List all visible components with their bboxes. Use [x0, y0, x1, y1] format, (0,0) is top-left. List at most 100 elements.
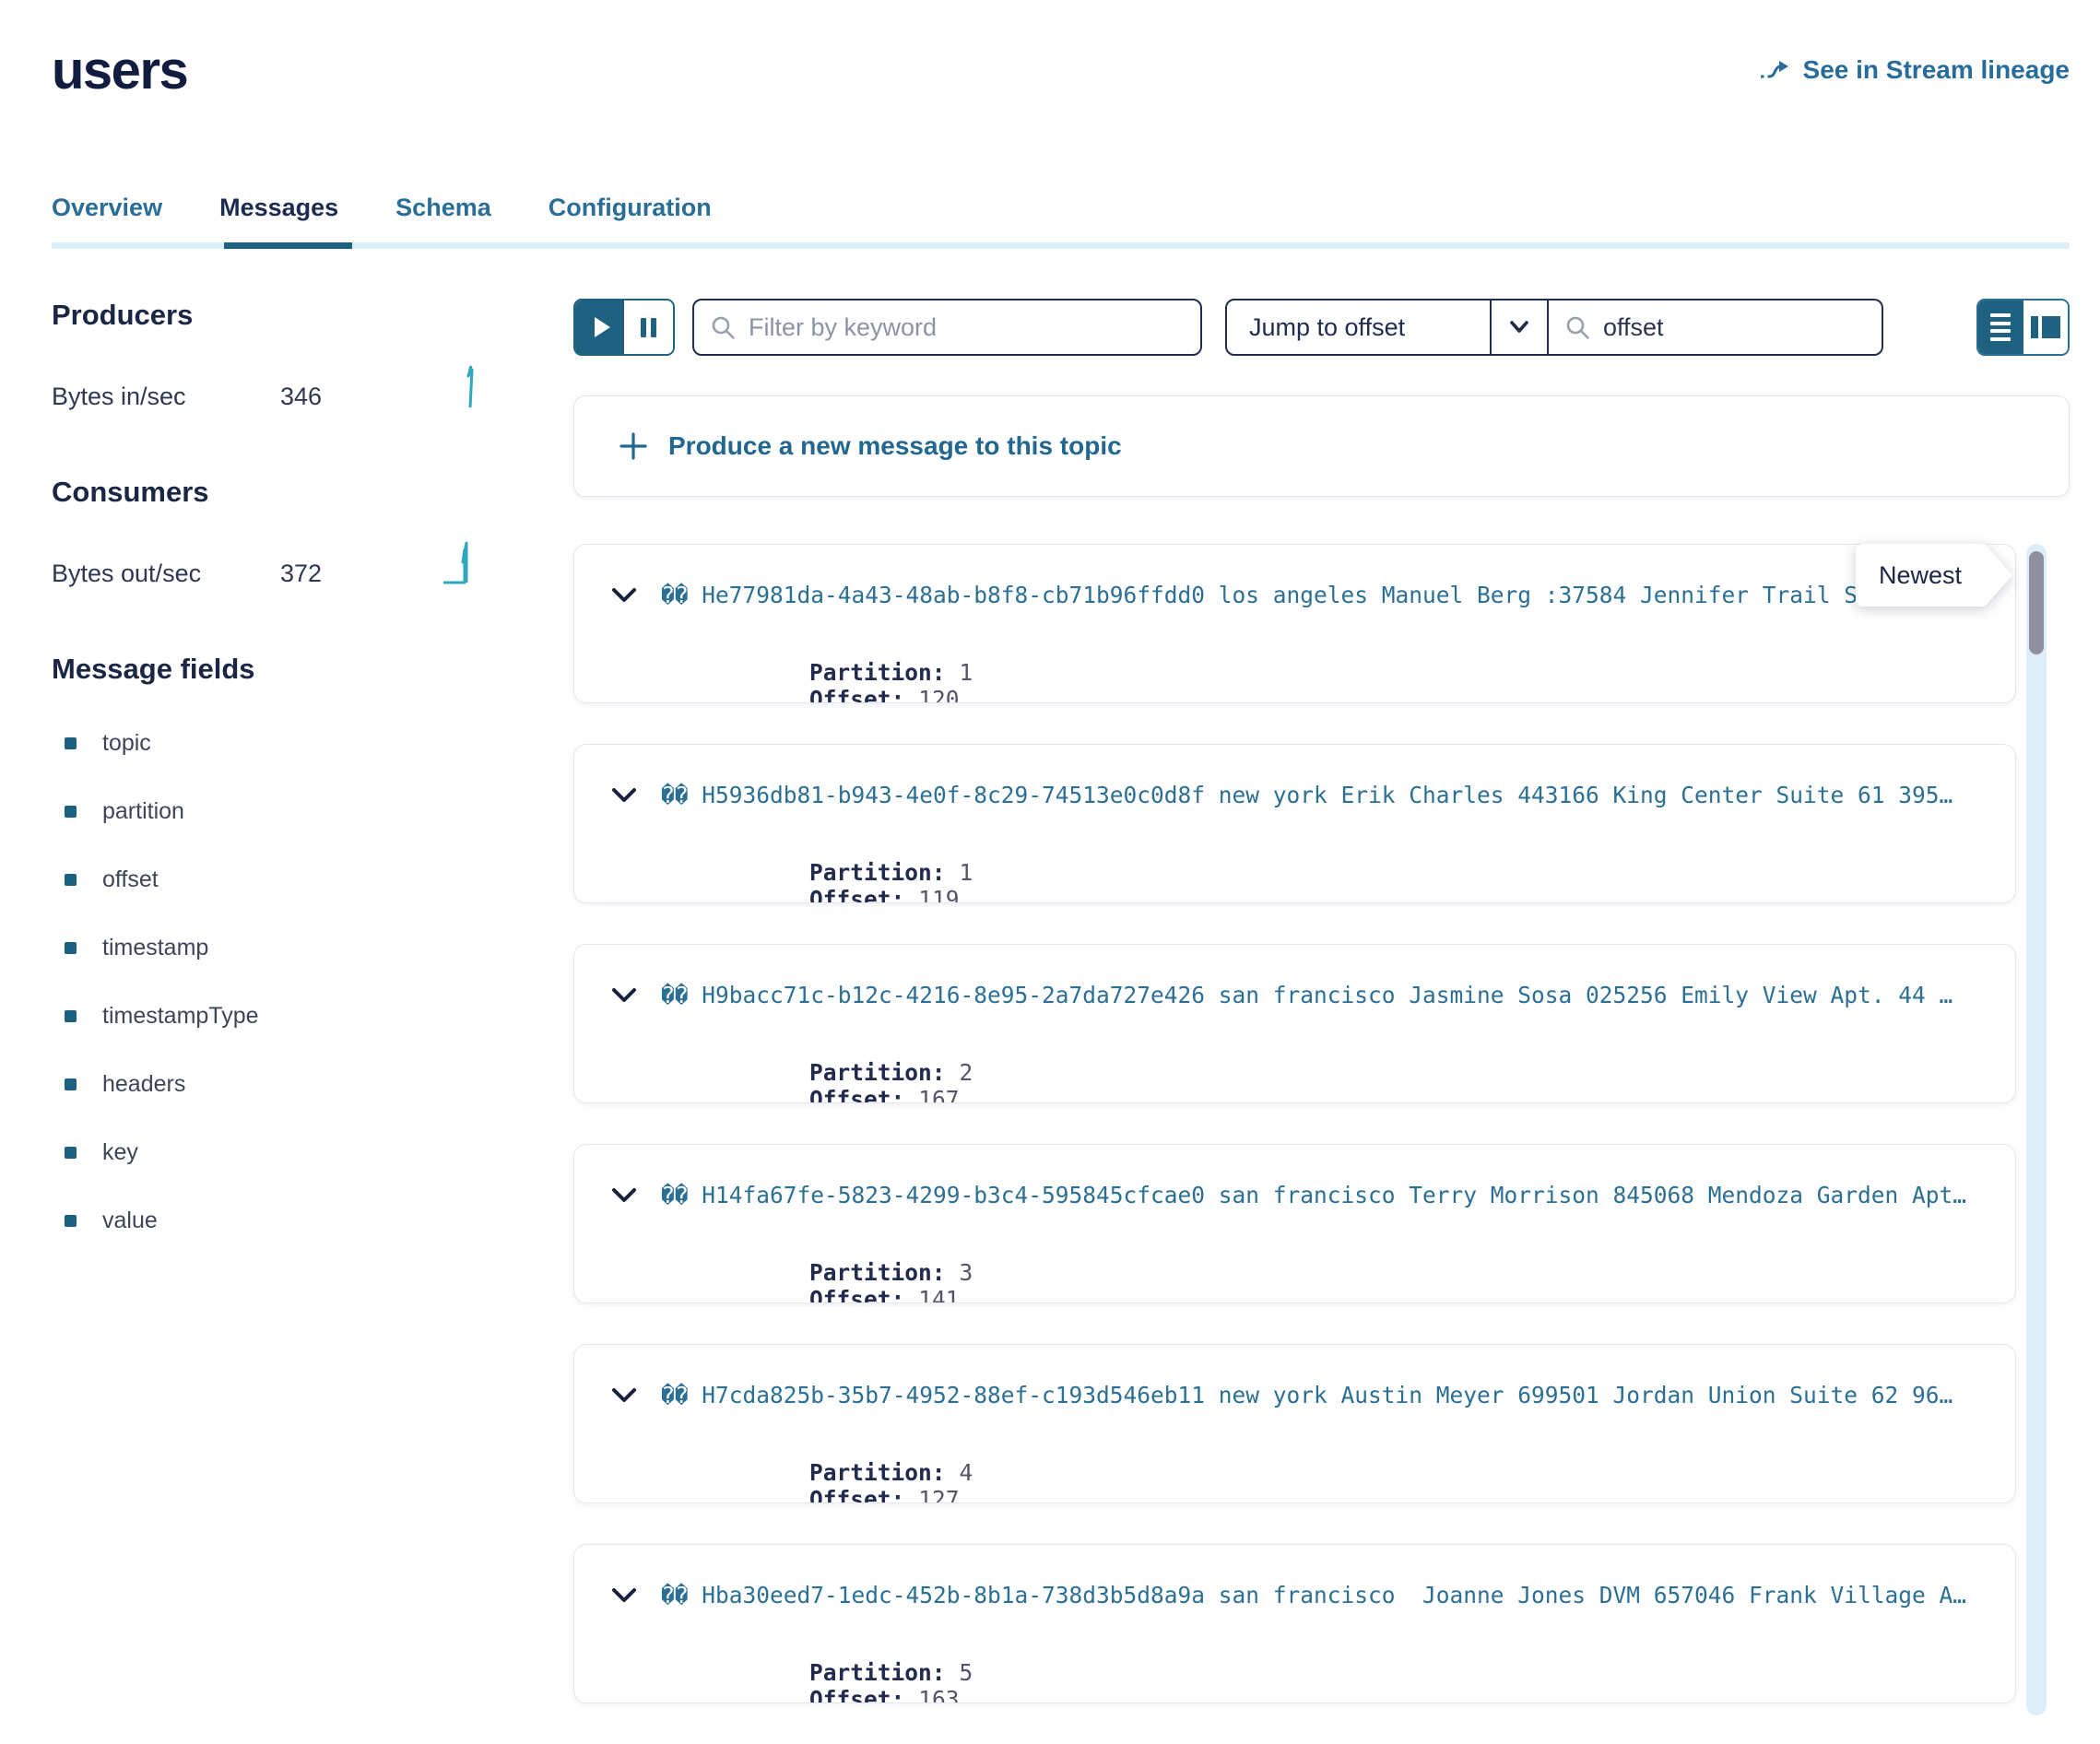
messages-toolbar: Jump to offset	[573, 299, 2070, 356]
message-list: �� He77981da-4a43-48ab-b8f8-cb71b96ffdd0…	[573, 544, 2070, 1703]
play-button[interactable]	[575, 300, 624, 354]
offset-label: Offset:	[809, 1086, 904, 1103]
view-toggle-group	[1976, 299, 2070, 356]
split-view-button[interactable]	[2023, 300, 2069, 354]
offset-label: Offset:	[809, 1286, 904, 1303]
message-row[interactable]: �� H5936db81-b943-4e0f-8c29-74513e0c0d8f…	[611, 782, 1978, 808]
message-meta: Partition:1 Offset:119 Timestamp:1659644…	[646, 832, 1978, 903]
message-card: �� He77981da-4a43-48ab-b8f8-cb71b96ffdd0…	[573, 544, 2016, 703]
message-key-preview: �� H14fa67fe-5823-4299-b3c4-595845cfcae0…	[661, 1182, 1966, 1208]
message-row[interactable]: �� Hba30eed7-1edc-452b-8b1a-738d3b5d8a9a…	[611, 1582, 1978, 1608]
stream-lineage-link[interactable]: See in Stream lineage	[1759, 55, 2070, 85]
field-bullet	[65, 1078, 77, 1090]
chevron-down-icon[interactable]	[611, 987, 637, 1004]
tab-schema[interactable]: Schema	[395, 194, 491, 222]
field-item-timestampType[interactable]: timestampType	[65, 1003, 573, 1030]
filter-input[interactable]	[749, 313, 1184, 342]
offset-value: 167	[918, 1086, 959, 1103]
newest-tooltip-label: Newest	[1856, 544, 1985, 607]
producers-heading: Producers	[52, 299, 573, 332]
field-bullet	[65, 874, 77, 886]
plus-icon	[619, 431, 648, 461]
tab-configuration[interactable]: Configuration	[549, 194, 712, 222]
field-label: topic	[102, 730, 151, 757]
message-card: �� H7cda825b-35b7-4952-88ef-c193d546eb11…	[573, 1344, 2016, 1503]
message-row[interactable]: �� H7cda825b-35b7-4952-88ef-c193d546eb11…	[611, 1382, 1978, 1408]
field-item-headers[interactable]: headers	[65, 1071, 573, 1098]
field-bullet	[65, 942, 77, 954]
field-label: headers	[102, 1071, 185, 1098]
field-item-topic[interactable]: topic	[65, 730, 573, 757]
stream-lineage-label: See in Stream lineage	[1803, 55, 2070, 85]
partition-value: 4	[960, 1459, 973, 1486]
offset-label: Offset:	[809, 886, 904, 903]
consumers-sparkline	[442, 540, 480, 588]
offset-value: 141	[918, 1286, 959, 1303]
jump-to-offset-group: Jump to offset	[1225, 299, 1883, 356]
sidebar: Producers Bytes in/sec 346 Consumers Byt…	[52, 299, 573, 1744]
newest-tooltip: Newest	[1856, 544, 1985, 607]
producers-metric-row: Bytes in/sec 346	[52, 363, 573, 411]
page-title: users	[52, 44, 187, 98]
message-key-preview: �� He77981da-4a43-48ab-b8f8-cb71b96ffdd0…	[661, 582, 1858, 608]
offset-value: 163	[918, 1686, 959, 1703]
offset-label: Offset:	[809, 1486, 904, 1503]
message-meta: Partition:2 Offset:167 Timestamp:1659644…	[646, 1032, 1978, 1103]
offset-label: Offset:	[809, 1686, 904, 1703]
chevron-down-icon[interactable]	[611, 587, 637, 604]
scrollbar-thumb[interactable]	[2029, 551, 2044, 654]
offset-value: 127	[918, 1486, 959, 1503]
topic-page: users See in Stream lineage Overview Mes…	[0, 0, 2100, 1744]
field-bullet	[65, 737, 77, 749]
partition-label: Partition:	[809, 1259, 946, 1286]
message-meta: Partition:5 Offset:163 Timestamp:1659644…	[646, 1632, 1978, 1703]
offset-value: 120	[918, 686, 959, 703]
chevron-down-icon[interactable]	[611, 787, 637, 804]
field-item-timestamp[interactable]: timestamp	[65, 935, 573, 961]
filter-field	[692, 299, 1202, 356]
page-header: users See in Stream lineage	[52, 44, 2070, 98]
consumers-heading: Consumers	[52, 476, 573, 509]
field-bullet	[65, 1010, 77, 1022]
field-item-partition[interactable]: partition	[65, 798, 573, 825]
split-view-icon	[2031, 316, 2038, 338]
search-icon	[711, 315, 736, 340]
tab-messages[interactable]: Messages	[219, 194, 338, 222]
chevron-down-icon[interactable]	[611, 1587, 637, 1604]
message-card: �� Hba30eed7-1edc-452b-8b1a-738d3b5d8a9a…	[573, 1544, 2016, 1703]
message-row[interactable]: �� He77981da-4a43-48ab-b8f8-cb71b96ffdd0…	[611, 582, 1978, 608]
field-label: offset	[102, 866, 159, 893]
offset-search-input[interactable]	[1603, 313, 1865, 342]
messages-panel: Jump to offset	[573, 299, 2070, 1744]
list-view-icon	[1990, 311, 2011, 343]
partition-label: Partition:	[809, 1459, 946, 1486]
field-label: partition	[102, 798, 184, 825]
message-fields-heading: Message fields	[52, 653, 573, 686]
producers-sparkline	[458, 363, 497, 411]
partition-label: Partition:	[809, 659, 946, 686]
field-item-offset[interactable]: offset	[65, 866, 573, 893]
message-meta: Partition:4 Offset:127 Timestamp:1659644…	[646, 1432, 1978, 1503]
play-icon	[595, 317, 610, 337]
jump-to-offset-value: Jump to offset	[1227, 313, 1490, 342]
message-row[interactable]: �� H9bacc71c-b12c-4216-8e95-2a7da727e426…	[611, 982, 1978, 1008]
field-item-key[interactable]: key	[65, 1139, 573, 1166]
partition-value: 2	[960, 1059, 973, 1086]
produce-message-button[interactable]: Produce a new message to this topic	[573, 395, 2070, 497]
tab-overview[interactable]: Overview	[52, 194, 162, 222]
jump-to-offset-select[interactable]: Jump to offset	[1225, 299, 1549, 356]
chevron-down-icon[interactable]	[611, 1387, 637, 1404]
partition-value: 1	[960, 659, 973, 686]
search-icon	[1565, 315, 1590, 340]
pause-button[interactable]	[624, 300, 673, 354]
field-item-value[interactable]: value	[65, 1208, 573, 1234]
field-label: value	[102, 1208, 158, 1234]
chevron-down-icon[interactable]	[611, 1187, 637, 1204]
list-view-button[interactable]	[1978, 300, 2023, 354]
message-card: �� H5936db81-b943-4e0f-8c29-74513e0c0d8f…	[573, 744, 2016, 903]
scrollbar-track[interactable]	[2026, 544, 2047, 1715]
message-row[interactable]: �� H14fa67fe-5823-4299-b3c4-595845cfcae0…	[611, 1182, 1978, 1208]
message-card: �� H14fa67fe-5823-4299-b3c4-595845cfcae0…	[573, 1144, 2016, 1303]
field-label: key	[102, 1139, 138, 1166]
content: Producers Bytes in/sec 346 Consumers Byt…	[52, 299, 2070, 1744]
